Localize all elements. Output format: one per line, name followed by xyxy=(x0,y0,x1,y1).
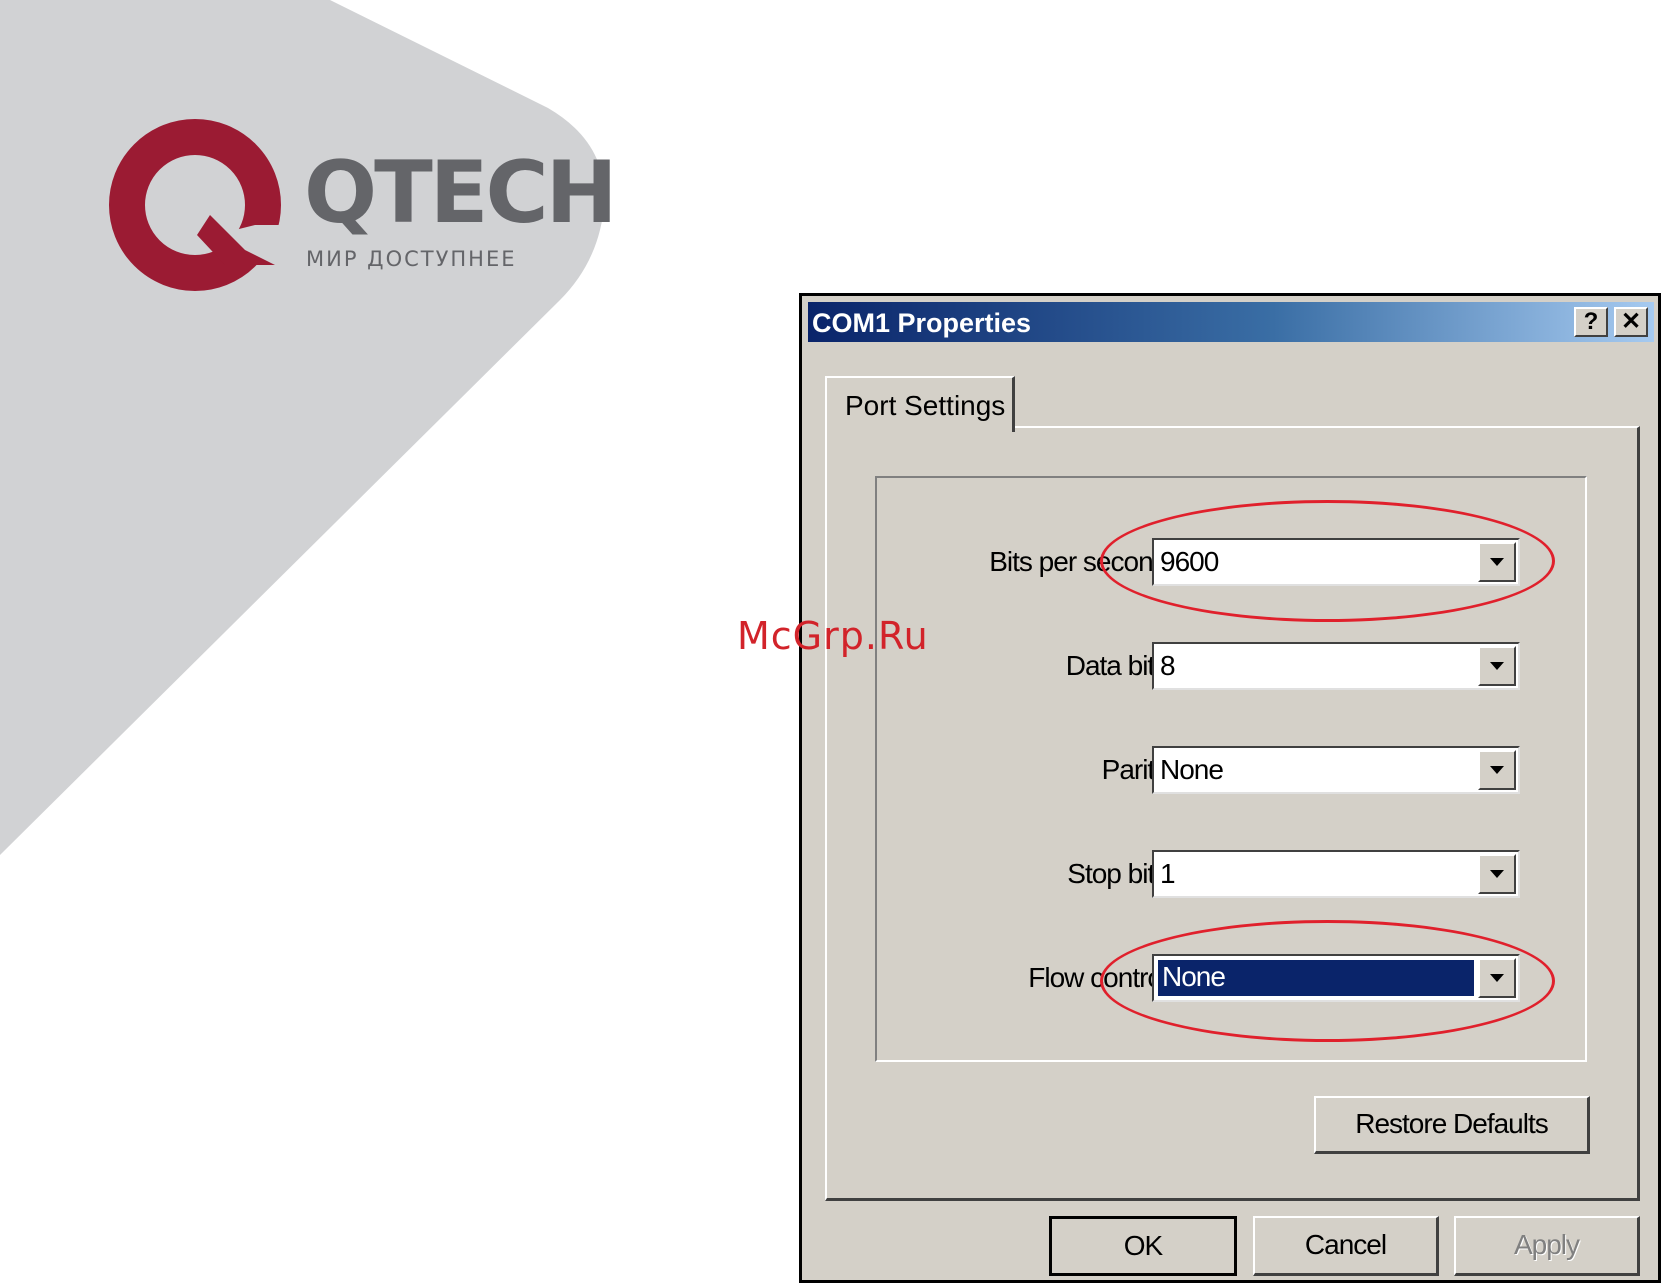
chevron-down-icon xyxy=(1490,974,1504,982)
com1-properties-dialog: COM1 Properties ? ✕ Port Settings Bits p… xyxy=(799,293,1661,1283)
tab-port-settings[interactable]: Port Settings xyxy=(825,376,1015,432)
bits-per-second-select[interactable]: 9600 xyxy=(1152,538,1520,586)
apply-button[interactable]: Apply xyxy=(1454,1216,1640,1276)
stop-bits-value: 1 xyxy=(1160,858,1176,889)
data-bits-dropdown-button[interactable] xyxy=(1478,646,1516,686)
bits-per-second-label: Bits per second: xyxy=(989,546,1175,577)
close-button[interactable]: ✕ xyxy=(1614,307,1648,337)
watermark: McGrp.Ru xyxy=(737,614,929,658)
logo-wordmark: QTECH xyxy=(304,143,618,243)
flow-control-dropdown-button[interactable] xyxy=(1478,958,1516,998)
parity-select[interactable]: None xyxy=(1152,746,1520,794)
data-bits-value: 8 xyxy=(1160,650,1176,681)
parity-value: None xyxy=(1160,754,1224,785)
chevron-down-icon xyxy=(1490,558,1504,566)
help-button[interactable]: ? xyxy=(1574,307,1608,337)
row-stop-bits: Stop bits: 1 xyxy=(802,850,1664,898)
chevron-down-icon xyxy=(1490,870,1504,878)
bits-per-second-value: 9600 xyxy=(1160,546,1219,577)
flow-control-select[interactable]: None xyxy=(1152,954,1520,1002)
cancel-button[interactable]: Cancel xyxy=(1253,1216,1439,1276)
dialog-title: COM1 Properties xyxy=(812,308,1032,338)
row-data-bits: Data bits: 8 xyxy=(802,642,1664,690)
bits-per-second-dropdown-button[interactable] xyxy=(1478,542,1516,582)
data-bits-select[interactable]: 8 xyxy=(1152,642,1520,690)
chevron-down-icon xyxy=(1490,662,1504,670)
parity-dropdown-button[interactable] xyxy=(1478,750,1516,790)
stop-bits-select[interactable]: 1 xyxy=(1152,850,1520,898)
stop-bits-dropdown-button[interactable] xyxy=(1478,854,1516,894)
qtech-logo-icon xyxy=(109,119,290,291)
row-parity: Parity: None xyxy=(802,746,1664,794)
restore-defaults-button[interactable]: Restore Defaults xyxy=(1314,1096,1590,1154)
row-bits-per-second: Bits per second: 9600 xyxy=(802,538,1664,586)
chevron-down-icon xyxy=(1490,766,1504,774)
title-bar[interactable]: COM1 Properties ? ✕ xyxy=(808,302,1654,342)
flow-control-value: None xyxy=(1158,960,1474,996)
ok-button[interactable]: OK xyxy=(1049,1216,1237,1276)
logo-tagline: МИР ДОСТУПНЕЕ xyxy=(306,247,517,271)
row-flow-control: Flow control: None xyxy=(802,954,1664,1002)
